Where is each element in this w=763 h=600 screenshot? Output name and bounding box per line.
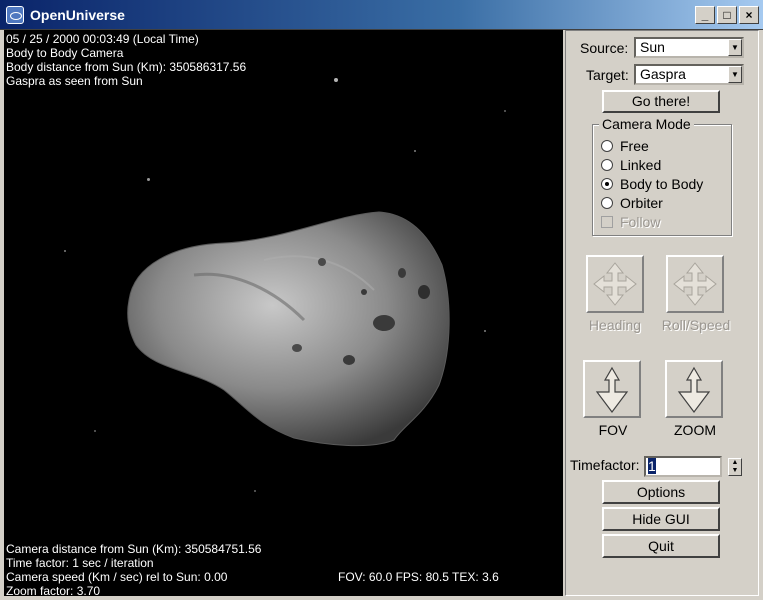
timefactor-spinner[interactable]: ▲ ▼ [728, 458, 742, 476]
target-select[interactable]: Gaspra ▼ [634, 64, 744, 85]
hud-render-stats: FOV: 60.0 FPS: 80.5 TEX: 3.6 [338, 570, 499, 584]
quit-button[interactable]: Quit [602, 534, 720, 558]
roll-speed-control[interactable] [666, 255, 724, 313]
radio-icon[interactable] [601, 159, 613, 171]
control-panel: Source: Sun ▼ Target: Gaspra ▼ Go there!… [565, 30, 759, 596]
zoom-control[interactable] [665, 360, 723, 418]
source-row: Source: Sun ▼ [580, 37, 744, 58]
radio-selected-icon[interactable] [601, 178, 613, 190]
camera-mode-title: Camera Mode [599, 116, 694, 132]
hide-gui-button[interactable]: Hide GUI [602, 507, 720, 531]
timefactor-input[interactable]: 1 [644, 456, 722, 477]
window-controls: _ □ × [695, 6, 759, 24]
chevron-down-icon[interactable]: ▼ [728, 39, 742, 56]
camera-mode-group: Camera Mode Free Linked Body to Body Orb… [592, 116, 732, 236]
source-label: Source: [580, 39, 629, 56]
asteroid-gaspra [127, 211, 450, 447]
hud-top-info: 05 / 25 / 2000 00:03:49 (Local Time) Bod… [6, 32, 246, 88]
heading-label: Heading [588, 317, 642, 333]
heading-control[interactable] [586, 255, 644, 313]
hud-camera-mode: Body to Body Camera [6, 46, 124, 60]
hud-zoom-factor: Zoom factor: 3.70 [6, 584, 101, 596]
hud-camera-distance: Camera distance from Sun (Km): 350584751… [6, 542, 262, 556]
close-button[interactable]: × [739, 6, 759, 24]
target-label: Target: [586, 66, 629, 83]
target-row: Target: Gaspra ▼ [586, 64, 744, 85]
hud-camera-speed: Camera speed (Km / sec) rel to Sun: 0.00 [6, 570, 228, 584]
up-down-arrow-icon [595, 366, 629, 413]
title-bar[interactable]: OpenUniverse _ □ × [0, 0, 763, 30]
mode-radio-orbiter[interactable]: Orbiter [601, 195, 663, 211]
fov-label: FOV [598, 422, 628, 438]
fov-control[interactable] [583, 360, 641, 418]
radio-icon[interactable] [601, 197, 613, 209]
timefactor-label: Timefactor: [570, 457, 640, 473]
mode-radio-body-to-body[interactable]: Body to Body [601, 176, 703, 192]
hud-datetime: 05 / 25 / 2000 00:03:49 (Local Time) [6, 32, 199, 46]
hud-bottom-info: Camera distance from Sun (Km): 350584751… [6, 542, 261, 596]
follow-checkbox[interactable]: Follow [601, 214, 660, 230]
mode-radio-free[interactable]: Free [601, 138, 649, 154]
checkbox-icon[interactable] [601, 216, 613, 228]
chevron-down-icon[interactable]: ▼ [728, 66, 742, 83]
up-down-arrow-icon [677, 366, 711, 413]
app-icon[interactable] [6, 5, 24, 24]
hud-view-description: Gaspra as seen from Sun [6, 74, 143, 88]
maximize-button[interactable]: □ [717, 6, 737, 24]
window-title: OpenUniverse [30, 6, 125, 23]
hud-time-factor: Time factor: 1 sec / iteration [6, 556, 154, 570]
options-button[interactable]: Options [602, 480, 720, 504]
radio-icon[interactable] [601, 140, 613, 152]
minimize-button[interactable]: _ [695, 6, 715, 24]
render-viewport[interactable]: 05 / 25 / 2000 00:03:49 (Local Time) Bod… [4, 30, 563, 596]
move-arrows-icon [593, 262, 637, 306]
source-select[interactable]: Sun ▼ [634, 37, 744, 58]
zoom-label: ZOOM [674, 422, 716, 438]
hud-body-distance: Body distance from Sun (Km): 350586317.5… [6, 60, 247, 74]
mode-radio-linked[interactable]: Linked [601, 157, 661, 173]
go-there-button[interactable]: Go there! [602, 90, 720, 113]
roll-speed-label: Roll/Speed [661, 317, 731, 333]
move-arrows-icon [673, 262, 717, 306]
